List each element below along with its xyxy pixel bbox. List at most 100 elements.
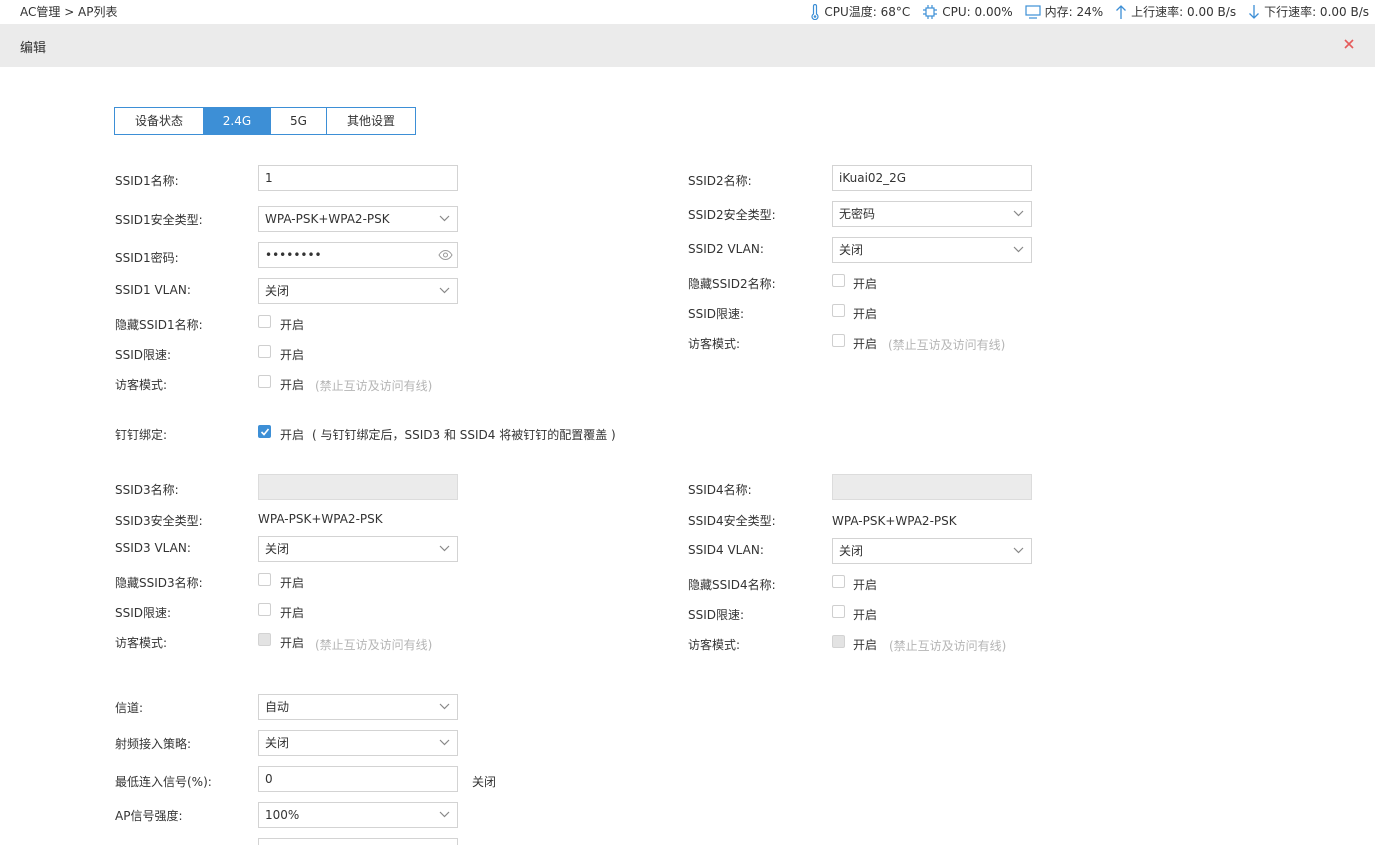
- ssid2-hide-label: 隐藏SSID2名称:: [688, 277, 776, 291]
- ssid1-limit-label: SSID限速:: [115, 348, 172, 362]
- eye-icon[interactable]: [438, 249, 453, 261]
- arrow-up-icon: [1116, 4, 1127, 19]
- ssid2-vlan-select[interactable]: 关闭: [832, 237, 1032, 263]
- access-policy-select[interactable]: 关闭: [258, 730, 458, 756]
- checkmark-icon: [260, 428, 270, 436]
- breadcrumb: AC管理 > AP列表: [20, 5, 118, 19]
- ssid1-vlan-select[interactable]: 关闭: [258, 278, 458, 304]
- cpu-temp-stat: CPU温度: 68°C: [810, 3, 910, 20]
- close-icon[interactable]: [1342, 37, 1356, 51]
- ssid1-security-label: SSID1安全类型:: [115, 213, 203, 227]
- ssid1-hide-enable-text: 开启: [280, 318, 305, 332]
- ssid2-security-label: SSID2安全类型:: [688, 208, 776, 222]
- ssid4-name-input[interactable]: [832, 474, 1032, 500]
- dingtalk-label: 钉钉绑定:: [115, 428, 168, 442]
- chevron-down-icon: [439, 545, 450, 552]
- ssid2-name-input[interactable]: iKuai02_2G: [832, 165, 1032, 191]
- cpu-text: CPU: 0.00%: [942, 4, 1013, 19]
- tab-device-status[interactable]: 设备状态: [115, 108, 204, 134]
- ssid1-name-label: SSID1名称:: [115, 174, 179, 188]
- ssid4-limit-checkbox[interactable]: [832, 605, 845, 618]
- tab-bar: 设备状态 2.4G 5G 其他设置: [114, 107, 416, 135]
- ssid2-security-value: 无密码: [839, 207, 876, 221]
- ssid3-guest-checkbox[interactable]: [258, 633, 271, 646]
- ssid4-guest-enable-text: 开启: [853, 638, 878, 652]
- ssid1-guest-label: 访客模式:: [115, 378, 168, 392]
- ssid3-limit-label: SSID限速:: [115, 606, 172, 620]
- ssid1-hide-label: 隐藏SSID1名称:: [115, 318, 203, 332]
- ssid3-guest-enable-text: 开启: [280, 636, 305, 650]
- tab-2-4g[interactable]: 2.4G: [204, 108, 271, 134]
- edit-header: 编辑: [0, 24, 1375, 67]
- signal-strength-label: AP信号强度:: [115, 809, 183, 823]
- ssid1-name-input[interactable]: 1: [258, 165, 458, 191]
- ssid4-hide-checkbox[interactable]: [832, 575, 845, 588]
- ssid1-security-select[interactable]: WPA-PSK+WPA2-PSK: [258, 206, 458, 232]
- ssid2-guest-label: 访客模式:: [688, 337, 741, 351]
- chevron-down-icon: [439, 703, 450, 710]
- ssid3-vlan-select[interactable]: 关闭: [258, 536, 458, 562]
- ssid1-guest-checkbox[interactable]: [258, 375, 271, 388]
- ssid3-hide-checkbox[interactable]: [258, 573, 271, 586]
- ssid4-hide-label: 隐藏SSID4名称:: [688, 578, 776, 592]
- ssid3-name-label: SSID3名称:: [115, 483, 179, 497]
- download-stat: 下行速率: 0.00 B/s: [1248, 3, 1369, 20]
- chevron-down-icon: [1013, 210, 1024, 217]
- ssid1-vlan-value: 关闭: [265, 284, 290, 298]
- signal-strength-value: 100%: [265, 808, 300, 822]
- chevron-down-icon: [439, 739, 450, 746]
- ssid4-guest-checkbox[interactable]: [832, 635, 845, 648]
- ssid2-limit-label: SSID限速:: [688, 307, 745, 321]
- ssid3-security-value: WPA-PSK+WPA2-PSK: [258, 512, 383, 526]
- ssid2-limit-enable-text: 开启: [853, 307, 878, 321]
- next-row-field-partial[interactable]: [258, 838, 458, 845]
- dingtalk-enable-text: 开启: [280, 428, 305, 442]
- access-policy-label: 射频接入策略:: [115, 737, 192, 751]
- upload-text: 上行速率: 0.00 B/s: [1131, 5, 1237, 19]
- channel-select[interactable]: 自动: [258, 694, 458, 720]
- ssid3-limit-checkbox[interactable]: [258, 603, 271, 616]
- arrow-down-icon: [1249, 4, 1260, 19]
- signal-strength-select[interactable]: 100%: [258, 802, 458, 828]
- top-status-bar: AC管理 > AP列表 CPU温度: 68°C CPU: 0.00% 内存: 2…: [0, 0, 1375, 24]
- ssid4-hide-enable-text: 开启: [853, 578, 878, 592]
- ssid1-security-value: WPA-PSK+WPA2-PSK: [265, 212, 390, 226]
- ssid1-password-label: SSID1密码:: [115, 251, 179, 265]
- monitor-icon: [1025, 4, 1041, 19]
- ssid1-hide-checkbox[interactable]: [258, 315, 271, 328]
- tab-5g[interactable]: 5G: [271, 108, 327, 134]
- ssid4-vlan-select[interactable]: 关闭: [832, 538, 1032, 564]
- tab-other-settings[interactable]: 其他设置: [327, 108, 415, 134]
- cpu-stat: CPU: 0.00%: [922, 4, 1013, 20]
- chevron-down-icon: [439, 811, 450, 818]
- ssid2-hide-enable-text: 开启: [853, 277, 878, 291]
- channel-value: 自动: [265, 700, 290, 714]
- chevron-down-icon: [439, 215, 450, 222]
- ssid2-guest-enable-text: 开启: [853, 337, 878, 351]
- ssid3-vlan-value: 关闭: [265, 542, 290, 556]
- download-text: 下行速率: 0.00 B/s: [1264, 5, 1369, 19]
- memory-text: 内存: 24%: [1044, 5, 1104, 19]
- ssid2-security-select[interactable]: 无密码: [832, 201, 1032, 227]
- ssid1-password-input[interactable]: ••••••••: [258, 242, 458, 268]
- chevron-down-icon: [439, 287, 450, 294]
- ssid3-name-input[interactable]: [258, 474, 458, 500]
- chevron-down-icon: [1013, 246, 1024, 253]
- memory-stat: 内存: 24%: [1025, 3, 1104, 20]
- ssid1-limit-checkbox[interactable]: [258, 345, 271, 358]
- ssid3-vlan-label: SSID3 VLAN:: [115, 541, 191, 555]
- ssid4-guest-hint: (禁止互访及访问有线): [889, 639, 1007, 653]
- dingtalk-checkbox[interactable]: [258, 425, 271, 438]
- ssid4-vlan-value: 关闭: [839, 544, 864, 558]
- min-signal-status: 关闭: [472, 775, 497, 789]
- chevron-down-icon: [1013, 547, 1024, 554]
- ssid2-guest-hint: (禁止互访及访问有线): [888, 338, 1006, 352]
- system-stats: CPU温度: 68°C CPU: 0.00% 内存: 24% 上行速率: 0.0…: [798, 3, 1369, 20]
- ssid1-guest-enable-text: 开启: [280, 378, 305, 392]
- ssid1-limit-enable-text: 开启: [280, 348, 305, 362]
- min-signal-input[interactable]: 0: [258, 766, 458, 792]
- ssid2-limit-checkbox[interactable]: [832, 304, 845, 317]
- ssid2-guest-checkbox[interactable]: [832, 334, 845, 347]
- cpu-chip-icon: [923, 4, 938, 19]
- ssid2-hide-checkbox[interactable]: [832, 274, 845, 287]
